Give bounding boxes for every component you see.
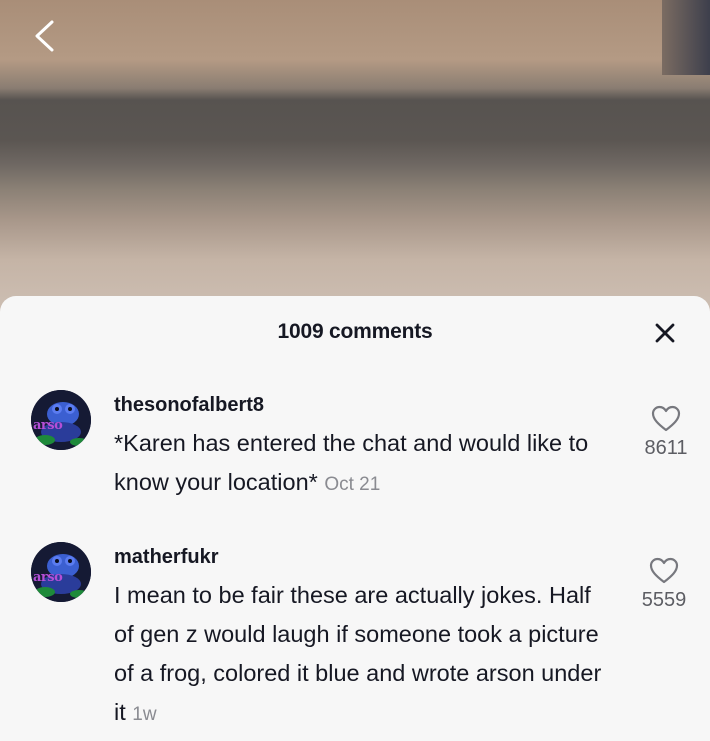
back-button[interactable] <box>24 14 64 58</box>
comment-username[interactable]: matherfukr <box>114 546 218 569</box>
heart-outline-icon[interactable] <box>649 557 679 585</box>
chevron-left-icon <box>35 20 54 52</box>
avatar-label: arso <box>33 570 63 585</box>
comment-body: I mean to be fair these are actually jok… <box>114 582 602 725</box>
comment-timestamp: 1w <box>132 704 157 725</box>
comments-header: 1009 comments <box>0 296 710 368</box>
comment-text: I mean to be fair these are actually jok… <box>114 576 614 734</box>
heart-outline-icon[interactable] <box>651 405 681 433</box>
comment-text: *Karen has entered the chat and would li… <box>114 424 614 504</box>
avatar-label: arso <box>33 418 63 433</box>
comments-sheet: 1009 comments arso thesonofalbert8 *Kare… <box>0 296 710 741</box>
like-count: 8611 <box>644 437 688 459</box>
comment-count-title: 1009 comments <box>277 320 433 343</box>
like-count: 5559 <box>641 589 687 611</box>
comment-timestamp: Oct 21 <box>324 474 381 495</box>
close-button[interactable] <box>654 322 676 344</box>
comment-username[interactable]: thesonofalbert8 <box>114 394 264 417</box>
close-icon <box>655 323 675 343</box>
avatar[interactable]: arso <box>31 542 91 602</box>
video-corner-shadow <box>662 0 710 75</box>
avatar[interactable]: arso <box>31 390 91 450</box>
like-group: 5559 <box>624 557 704 612</box>
like-group: 8611 <box>626 405 706 460</box>
